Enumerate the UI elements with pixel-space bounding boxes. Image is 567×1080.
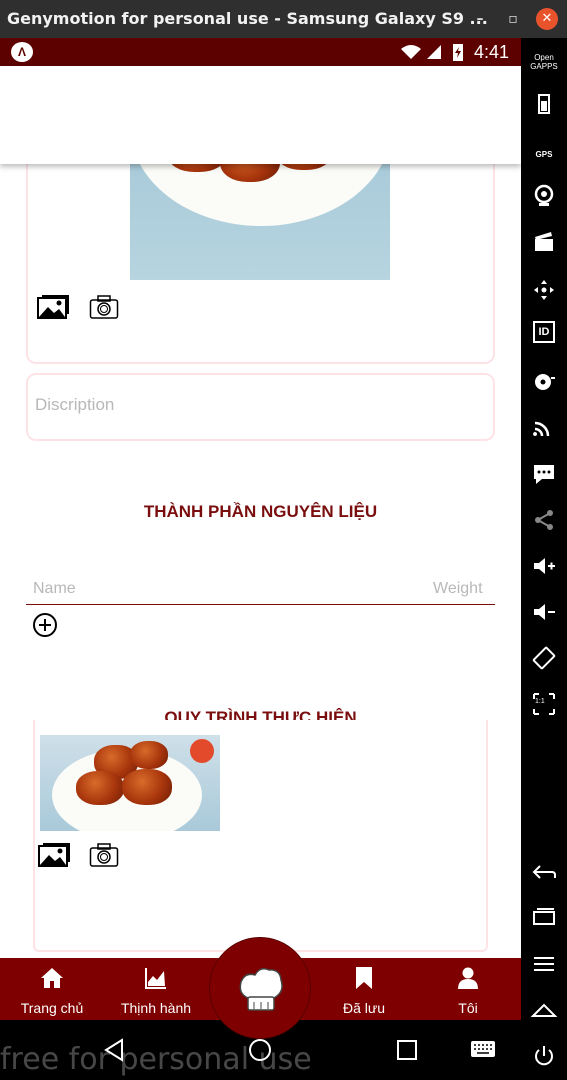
keyboard-icon[interactable]: [470, 1040, 496, 1060]
dpad-icon[interactable]: [530, 276, 558, 304]
ingredient-weight-input[interactable]: Weight: [433, 580, 483, 598]
nav-saved[interactable]: Đã lưu: [314, 958, 414, 1020]
recipe-form[interactable]: Discription THÀNH PHẦN NGUYÊN LIỆU Name …: [0, 66, 521, 958]
cast-icon[interactable]: [530, 414, 558, 442]
ingredient-name-input[interactable]: Name: [33, 580, 76, 598]
volume-down-icon[interactable]: [530, 598, 558, 626]
status-bar: Λ 4:41: [0, 38, 521, 66]
chef-hat-icon: [239, 968, 283, 1011]
sms-icon[interactable]: [530, 460, 558, 488]
phone-screen: Λ 4:41 Discription THÀNH PHẦN NGUYÊN LIỆ…: [0, 38, 521, 1080]
nav-home[interactable]: Trang chủ: [2, 958, 102, 1020]
bookmark-icon: [356, 967, 372, 989]
home-icon: [41, 968, 63, 988]
add-ingredient-icon[interactable]: [32, 612, 58, 638]
window-title: Genymotion for personal use - Samsung Ga…: [7, 9, 488, 28]
nav-profile-label: Tôi: [458, 1000, 478, 1016]
gallery-icon[interactable]: [36, 294, 70, 320]
meat-piece: [130, 741, 168, 769]
wifi-icon: [401, 45, 421, 59]
nav-trending-label: Thịnh hành: [120, 1000, 192, 1016]
nav-saved-label: Đã lưu: [342, 1000, 386, 1016]
battery-icon[interactable]: [530, 90, 558, 118]
close-button[interactable]: ✕: [536, 8, 558, 30]
app-logo-icon: Λ: [11, 42, 33, 62]
watermark: free for personal use: [0, 1042, 312, 1077]
meat-piece: [122, 769, 172, 805]
app-bar: [0, 66, 521, 164]
android-home-icon[interactable]: [530, 996, 558, 1024]
rotate-icon[interactable]: [530, 644, 558, 672]
step-camera-icon[interactable]: [89, 842, 119, 868]
battery-charging-icon: [453, 44, 463, 61]
power-icon[interactable]: [530, 1042, 558, 1070]
nav-trending[interactable]: Thịnh hành: [106, 958, 206, 1020]
ratio-label: 1:1: [535, 698, 545, 705]
trending-chart-icon: [145, 968, 166, 989]
signal-icon: [427, 45, 441, 59]
webcam-icon[interactable]: [530, 182, 558, 210]
description-placeholder: Discription: [35, 395, 115, 414]
disk-io-icon[interactable]: [530, 368, 558, 396]
step-gallery-icon[interactable]: [37, 842, 71, 868]
recents-icon[interactable]: [396, 1039, 418, 1061]
window-titlebar: Genymotion for personal use - Samsung Ga…: [0, 0, 567, 38]
nav-home-label: Trang chủ: [20, 1000, 84, 1016]
android-back-icon[interactable]: [530, 858, 558, 886]
media-clapper-icon[interactable]: [530, 228, 558, 256]
flower-decoration: [190, 739, 214, 763]
camera-icon[interactable]: [89, 294, 119, 320]
person-icon: [458, 967, 478, 989]
genymotion-sidebar: Open GAPPS GPS ID 1:1: [521, 38, 567, 1080]
step-image: [40, 735, 220, 831]
create-recipe-button[interactable]: [209, 937, 311, 1039]
meat-piece: [76, 771, 124, 805]
maximize-button[interactable]: ▫: [502, 8, 524, 30]
android-recents-icon[interactable]: [530, 904, 558, 932]
ingredient-underline: [26, 604, 495, 605]
nav-profile[interactable]: Tôi: [418, 958, 518, 1020]
android-menu-icon[interactable]: [530, 950, 558, 978]
status-time: 4:41: [473, 42, 509, 62]
step-card: [33, 720, 488, 952]
minimize-button[interactable]: –: [469, 8, 491, 30]
ingredients-title: THÀNH PHẦN NGUYÊN LIỆU: [143, 502, 378, 521]
volume-up-icon[interactable]: [530, 552, 558, 580]
open-gapps-button[interactable]: Open GAPPS: [530, 49, 558, 77]
share-icon[interactable]: [530, 506, 558, 534]
gps-button[interactable]: GPS: [530, 138, 558, 166]
description-field[interactable]: Discription: [26, 373, 495, 441]
device-id-button[interactable]: ID: [533, 321, 555, 343]
